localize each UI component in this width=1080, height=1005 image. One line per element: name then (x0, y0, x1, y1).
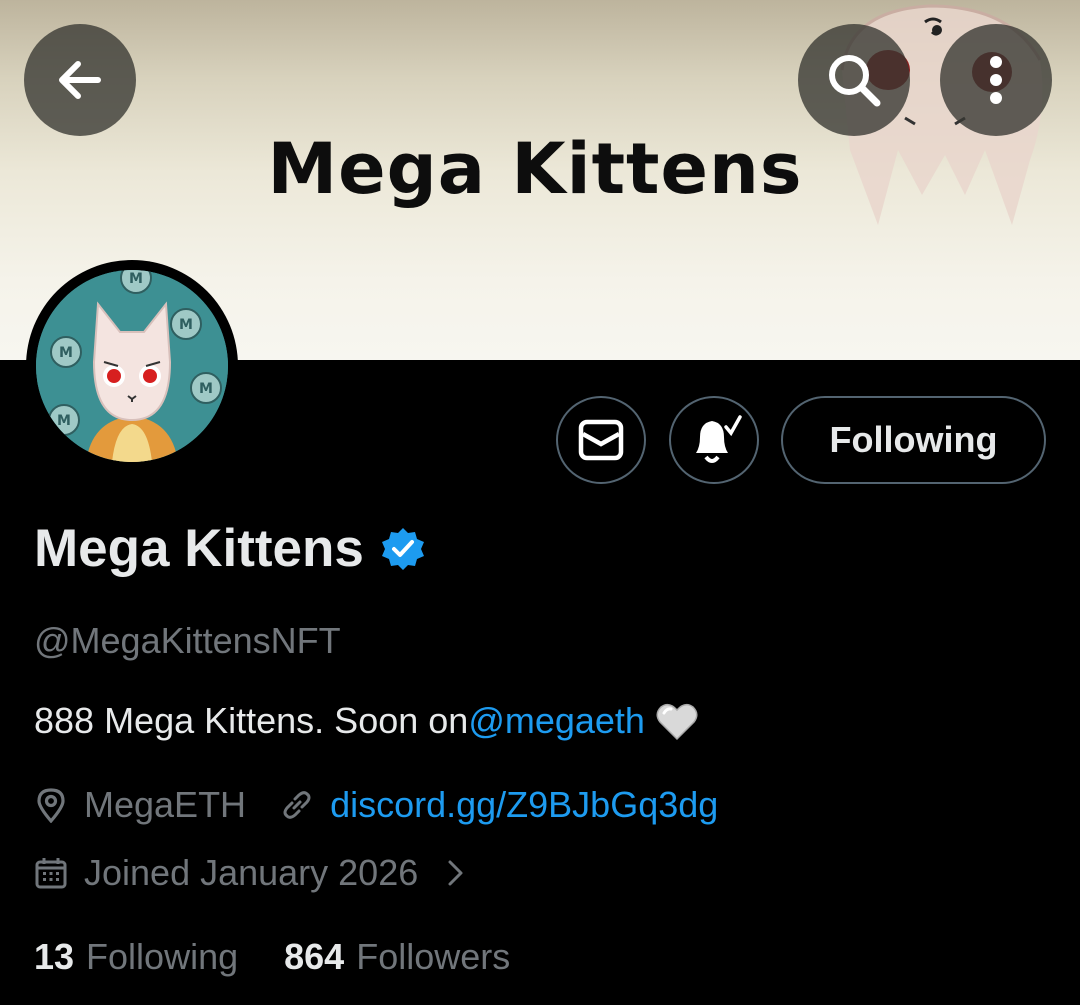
followers-count: 864 (284, 936, 345, 977)
kitten-avatar-image: M M M M M (36, 270, 228, 462)
arrow-left-icon (59, 61, 101, 99)
location-pin-icon (37, 788, 65, 823)
message-button[interactable] (556, 396, 646, 484)
banner-title: Mega Kittens (267, 128, 803, 210)
search-button[interactable] (798, 24, 910, 136)
link-icon (283, 791, 311, 819)
profile-stats: 13 Following 864 Followers (34, 936, 510, 978)
profile-website-link[interactable]: discord.gg/Z9BJbGq3dg (330, 784, 718, 826)
bio-text: 888 Mega Kittens. Soon on (34, 700, 469, 741)
followers-label: Followers (356, 936, 511, 977)
following-stat[interactable]: 13 Following (34, 936, 238, 978)
followers-stat[interactable]: 864 Followers (284, 936, 510, 978)
notifications-button[interactable] (669, 396, 759, 484)
following-button[interactable]: Following (781, 396, 1046, 484)
white-heart-emoji (656, 703, 698, 741)
profile-avatar[interactable]: M M M M M (26, 260, 238, 472)
following-label: Following (86, 936, 239, 977)
more-options-button[interactable] (940, 24, 1052, 136)
svg-text:M: M (199, 381, 213, 397)
svg-text:M: M (59, 345, 73, 361)
envelope-icon (578, 419, 624, 461)
calendar-icon (35, 858, 67, 889)
svg-text:M: M (179, 317, 193, 333)
svg-text:M: M (57, 413, 71, 429)
profile-bio: 888 Mega Kittens. Soon on @megaeth (34, 700, 699, 742)
following-count: 13 (34, 936, 75, 977)
bio-mention-link[interactable]: @megaeth (468, 700, 645, 742)
more-vertical-icon (990, 56, 1002, 104)
verified-badge-icon[interactable] (380, 526, 426, 572)
svg-text:M: M (129, 271, 143, 287)
profile-meta-location-website: MegaETH discord.gg/Z9BJbGq3dg (34, 784, 718, 826)
profile-meta-joined[interactable]: Joined January 2026 (34, 852, 466, 894)
back-button[interactable] (24, 24, 136, 136)
profile-handle: @MegaKittensNFT (34, 620, 341, 661)
profile-location: MegaETH (84, 784, 247, 825)
bell-check-icon (696, 415, 742, 463)
display-name: Mega Kittens (34, 519, 364, 578)
profile-name-row: Mega Kittens (34, 518, 426, 579)
chevron-right-icon (448, 860, 463, 886)
profile-joined-date: Joined January 2026 (84, 852, 419, 893)
search-icon (829, 55, 881, 107)
